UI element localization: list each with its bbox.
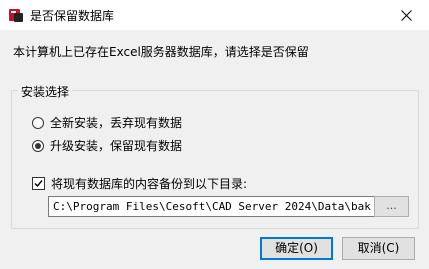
radio-fresh-install[interactable]: 全新安装，丢弃现有数据 (32, 114, 182, 131)
radio-fresh-install-label: 全新安装，丢弃现有数据 (50, 116, 183, 130)
backup-checkbox-row[interactable]: 将现有数据库的内容备份到以下目录: (32, 175, 247, 192)
checkmark-icon (34, 180, 43, 188)
browse-button[interactable]: ... (374, 196, 409, 217)
title-bar: 是否保留数据库 (0, 0, 429, 30)
backup-checkbox[interactable] (32, 177, 45, 190)
window-title: 是否保留数据库 (30, 9, 115, 23)
close-icon (400, 9, 412, 21)
backup-checkbox-label: 将现有数据库的内容备份到以下目录: (51, 177, 248, 191)
cancel-button[interactable]: 取消(C) (342, 237, 415, 260)
radio-unchecked[interactable] (32, 116, 44, 129)
backup-path-input[interactable]: C:\Program Files\Cesoft\CAD Server 2024\… (48, 196, 375, 217)
info-message: 本计算机上已存在Excel服务器数据库，请选择是否保留 (13, 45, 309, 59)
install-choice-group: 安装选择 全新安装，丢弃现有数据 升级安装，保留现有数据 将现有数据库的内容备份… (11, 83, 419, 229)
dialog-body: 本计算机上已存在Excel服务器数据库，请选择是否保留 安装选择 全新安装，丢弃… (0, 30, 429, 269)
radio-upgrade-install[interactable]: 升级安装，保留现有数据 (32, 137, 182, 154)
ok-button[interactable]: 确定(O) (260, 237, 333, 260)
close-button[interactable] (383, 0, 429, 30)
app-logo-icon (8, 7, 24, 23)
group-legend: 安装选择 (18, 83, 73, 100)
radio-upgrade-install-label: 升级安装，保留现有数据 (50, 139, 183, 153)
radio-checked[interactable] (32, 139, 44, 152)
